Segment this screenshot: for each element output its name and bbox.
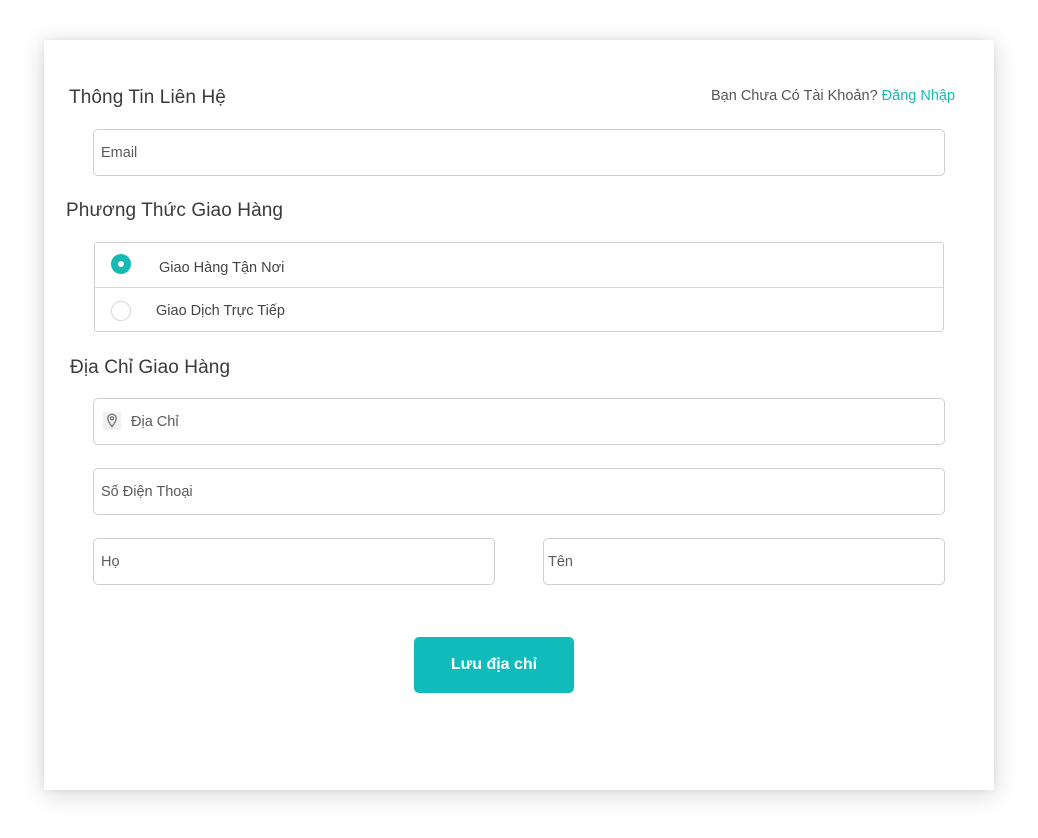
login-link[interactable]: Đăng Nhập [882,88,955,104]
login-prompt-text: Bạn Chưa Có Tài Khoản? [711,88,878,104]
checkout-form-card: Thông Tin Liên Hệ Bạn Chưa Có Tài Khoản?… [44,40,994,790]
shipping-method-options: Giao Hàng Tận Nơi Giao Dịch Trực Tiếp [94,242,944,332]
last-name-input[interactable] [93,538,495,585]
first-name-input[interactable] [543,538,945,585]
radio-selected[interactable] [111,254,131,274]
shipping-address-heading: Địa Chỉ Giao Hàng [70,357,231,378]
shipping-method-heading: Phương Thức Giao Hàng [66,200,284,221]
radio-unselected[interactable] [111,301,131,321]
shipping-option-direct-transaction[interactable]: Giao Dịch Trực Tiếp [95,287,943,332]
phone-input[interactable] [93,468,945,515]
save-address-button[interactable]: Lưu địa chỉ [414,637,574,693]
address-input[interactable] [93,398,945,445]
map-pin-icon [103,412,121,430]
email-input[interactable] [93,129,945,176]
shipping-option-label: Giao Dịch Trực Tiếp [156,303,285,319]
contact-heading: Thông Tin Liên Hệ [69,87,226,108]
address-field-wrap [93,398,945,445]
shipping-option-label: Giao Hàng Tận Nơi [159,260,285,276]
shipping-option-home-delivery[interactable]: Giao Hàng Tận Nơi [95,243,943,287]
login-prompt: Bạn Chưa Có Tài Khoản? Đăng Nhập [711,88,955,104]
